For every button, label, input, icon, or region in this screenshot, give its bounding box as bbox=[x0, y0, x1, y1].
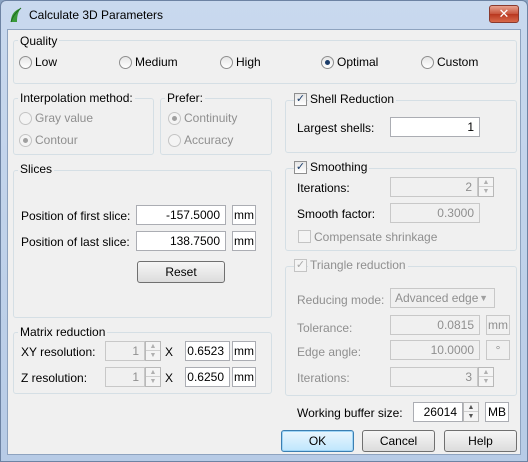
spin-up-icon[interactable]: ▲ bbox=[146, 342, 160, 351]
dialog-client-area: Quality Low Medium High Optimal Custom I… bbox=[7, 29, 521, 455]
spin-up-icon[interactable]: ▲ bbox=[146, 368, 160, 377]
spin-up-icon[interactable]: ▲ bbox=[479, 368, 493, 377]
z-resolution-label: Z resolution: bbox=[21, 371, 88, 385]
spin-down-icon[interactable]: ▼ bbox=[464, 412, 478, 421]
xy-x-separator: X bbox=[165, 345, 174, 359]
matrix-group-label: Matrix reduction bbox=[18, 325, 108, 339]
first-slice-input[interactable]: -157.5000 bbox=[136, 205, 226, 225]
shell-reduction-checkbox[interactable]: ✓ bbox=[294, 93, 307, 106]
z-factor-spinner[interactable]: ▲ ▼ bbox=[145, 367, 161, 387]
reducing-mode-value: Advanced edge bbox=[395, 291, 479, 305]
quality-custom-label[interactable]: Custom bbox=[437, 55, 478, 69]
tolerance-label: Tolerance: bbox=[297, 321, 353, 335]
interpolation-gray-label[interactable]: Gray value bbox=[35, 111, 93, 125]
quality-medium-radio[interactable] bbox=[119, 56, 132, 69]
app-logo-icon bbox=[10, 7, 22, 23]
title-bar[interactable]: Calculate 3D Parameters ✕ bbox=[1, 1, 527, 29]
buffer-size-spinner[interactable]: ▲ ▼ bbox=[463, 402, 479, 422]
prefer-continuity-radio[interactable] bbox=[168, 112, 181, 125]
edge-angle-unit: ° bbox=[486, 340, 510, 360]
xy-factor-spinner[interactable]: ▲ ▼ bbox=[145, 341, 161, 361]
interpolation-contour-label[interactable]: Contour bbox=[35, 133, 78, 147]
prefer-continuity-label[interactable]: Continuity bbox=[184, 111, 237, 125]
quality-high-label[interactable]: High bbox=[236, 55, 261, 69]
spin-down-icon[interactable]: ▼ bbox=[479, 377, 493, 386]
reducing-mode-label: Reducing mode: bbox=[297, 293, 385, 307]
compensate-shrinkage-checkbox[interactable] bbox=[298, 230, 311, 243]
triangle-reduction-label[interactable]: Triangle reduction bbox=[308, 258, 408, 272]
reset-button[interactable]: Reset bbox=[137, 261, 225, 283]
smooth-factor-input[interactable]: 0.3000 bbox=[390, 203, 480, 223]
compensate-shrinkage-label[interactable]: Compensate shrinkage bbox=[314, 230, 437, 244]
tolerance-unit: mm bbox=[486, 315, 510, 335]
z-factor-input[interactable]: 1 bbox=[105, 367, 145, 387]
interpolation-gray-radio[interactable] bbox=[19, 112, 32, 125]
smoothing-iterations-input[interactable]: 2 bbox=[390, 177, 478, 197]
last-slice-unit: mm bbox=[232, 231, 256, 251]
triangle-iterations-label: Iterations: bbox=[297, 371, 350, 385]
spin-down-icon[interactable]: ▼ bbox=[479, 187, 493, 196]
largest-shells-input[interactable]: 1 bbox=[390, 117, 480, 137]
spin-up-icon[interactable]: ▲ bbox=[464, 403, 478, 412]
quality-optimal-label[interactable]: Optimal bbox=[337, 55, 378, 69]
last-slice-input[interactable]: 138.7500 bbox=[136, 231, 226, 251]
close-icon: ✕ bbox=[498, 6, 510, 21]
smooth-factor-label: Smooth factor: bbox=[297, 207, 376, 221]
dialog-window: Calculate 3D Parameters ✕ Quality Low Me… bbox=[0, 0, 528, 462]
xy-resolution-value: 0.6523 bbox=[185, 341, 230, 361]
prefer-group-label: Prefer: bbox=[165, 91, 206, 105]
z-resolution-unit: mm bbox=[232, 367, 256, 387]
quality-group-label: Quality bbox=[18, 34, 60, 48]
xy-factor-input[interactable]: 1 bbox=[105, 341, 145, 361]
quality-medium-label[interactable]: Medium bbox=[135, 55, 178, 69]
last-slice-label: Position of last slice: bbox=[21, 235, 130, 249]
smoothing-iterations-label: Iterations: bbox=[297, 181, 350, 195]
smoothing-label[interactable]: Smoothing bbox=[308, 160, 370, 174]
window-title: Calculate 3D Parameters bbox=[29, 8, 164, 22]
interpolation-contour-radio[interactable] bbox=[19, 134, 32, 147]
edge-angle-label: Edge angle: bbox=[297, 345, 362, 359]
prefer-accuracy-radio[interactable] bbox=[168, 134, 181, 147]
buffer-size-label: Working buffer size: bbox=[297, 406, 403, 420]
slices-group-label: Slices bbox=[18, 162, 55, 176]
shell-reduction-label[interactable]: Shell Reduction bbox=[308, 92, 397, 106]
chevron-down-icon: ▼ bbox=[479, 293, 488, 303]
edge-angle-input[interactable]: 10.0000 bbox=[390, 340, 480, 360]
close-button[interactable]: ✕ bbox=[489, 5, 519, 23]
prefer-accuracy-label[interactable]: Accuracy bbox=[184, 133, 233, 147]
triangle-iterations-input[interactable]: 3 bbox=[390, 367, 478, 387]
triangle-iterations-spinner[interactable]: ▲ ▼ bbox=[478, 367, 494, 387]
help-button[interactable]: Help bbox=[444, 430, 517, 452]
spin-down-icon[interactable]: ▼ bbox=[146, 377, 160, 386]
buffer-size-input[interactable]: 26014 bbox=[413, 402, 463, 422]
quality-optimal-radio[interactable] bbox=[321, 56, 334, 69]
quality-high-radio[interactable] bbox=[220, 56, 233, 69]
smoothing-iterations-spinner[interactable]: ▲ ▼ bbox=[478, 177, 494, 197]
xy-resolution-unit: mm bbox=[232, 341, 256, 361]
spin-down-icon[interactable]: ▼ bbox=[146, 351, 160, 360]
ok-button[interactable]: OK bbox=[281, 430, 354, 452]
quality-custom-radio[interactable] bbox=[421, 56, 434, 69]
largest-shells-label: Largest shells: bbox=[297, 121, 375, 135]
reducing-mode-select[interactable]: Advanced edge ▼ bbox=[390, 288, 495, 308]
first-slice-unit: mm bbox=[232, 205, 256, 225]
smoothing-checkbox[interactable]: ✓ bbox=[294, 161, 307, 174]
first-slice-label: Position of first slice: bbox=[21, 209, 131, 223]
xy-resolution-label: XY resolution: bbox=[21, 345, 96, 359]
tolerance-input[interactable]: 0.0815 bbox=[390, 315, 480, 335]
cancel-button[interactable]: Cancel bbox=[362, 430, 435, 452]
interpolation-group-label: Interpolation method: bbox=[18, 91, 135, 105]
z-x-separator: X bbox=[165, 371, 174, 385]
quality-low-label[interactable]: Low bbox=[35, 55, 57, 69]
buffer-size-unit: MB bbox=[485, 402, 509, 422]
z-resolution-value: 0.6250 bbox=[185, 367, 230, 387]
spin-up-icon[interactable]: ▲ bbox=[479, 178, 493, 187]
quality-low-radio[interactable] bbox=[19, 56, 32, 69]
triangle-reduction-checkbox[interactable]: ✓ bbox=[294, 259, 307, 272]
